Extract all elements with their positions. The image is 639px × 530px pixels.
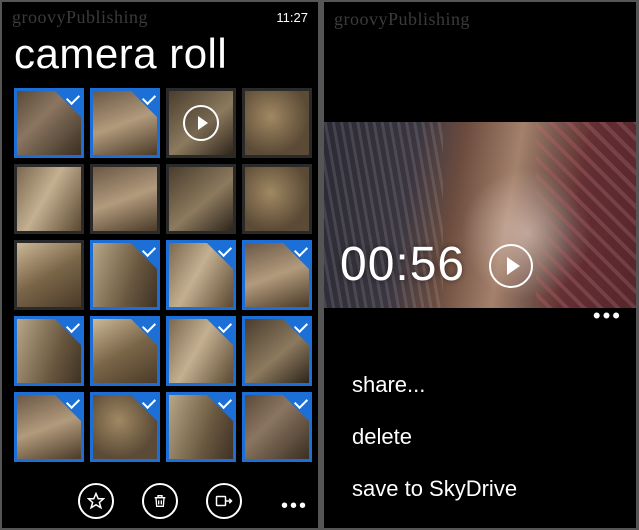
- photo-thumb[interactable]: [166, 316, 236, 386]
- play-button[interactable]: [489, 244, 533, 288]
- photo-thumb[interactable]: [90, 316, 160, 386]
- photo-thumb[interactable]: [242, 164, 312, 234]
- menu-save-skydrive[interactable]: save to SkyDrive: [352, 476, 517, 502]
- photo-thumb[interactable]: [90, 88, 160, 158]
- menu-share[interactable]: share...: [352, 372, 517, 398]
- play-icon: [183, 105, 219, 141]
- selected-check-icon: [55, 395, 81, 421]
- selected-check-icon: [207, 395, 233, 421]
- photo-thumb[interactable]: [166, 392, 236, 462]
- photo-thumb[interactable]: [90, 392, 160, 462]
- share-button[interactable]: [206, 483, 242, 519]
- selected-check-icon: [55, 319, 81, 345]
- selected-check-icon: [283, 319, 309, 345]
- thumb-image: [93, 167, 157, 231]
- photo-thumb[interactable]: [242, 392, 312, 462]
- photo-thumb[interactable]: [90, 164, 160, 234]
- app-bar: •••: [2, 474, 318, 528]
- page-title: camera roll: [2, 28, 318, 88]
- photo-thumb[interactable]: [166, 164, 236, 234]
- context-menu: share... delete save to SkyDrive: [352, 372, 517, 502]
- status-bar: groovyPublishing: [324, 2, 636, 32]
- more-button[interactable]: •••: [281, 504, 308, 508]
- status-clock: 11:27: [276, 10, 308, 25]
- video-duration: 00:56: [340, 237, 465, 292]
- photo-thumb[interactable]: [242, 88, 312, 158]
- thumb-image: [169, 167, 233, 231]
- selected-check-icon: [131, 395, 157, 421]
- selected-check-icon: [55, 91, 81, 117]
- selected-check-icon: [131, 319, 157, 345]
- selected-check-icon: [207, 243, 233, 269]
- photo-thumb[interactable]: [242, 240, 312, 310]
- photo-thumb[interactable]: [14, 88, 84, 158]
- photo-thumb[interactable]: [14, 392, 84, 462]
- camera-roll-screen: groovyPublishing 11:27 camera roll •••: [2, 2, 318, 528]
- video-preview[interactable]: 00:56: [324, 122, 636, 308]
- selected-check-icon: [131, 243, 157, 269]
- selected-check-icon: [131, 91, 157, 117]
- photo-grid: [2, 88, 318, 462]
- selected-check-icon: [207, 319, 233, 345]
- status-bar: groovyPublishing 11:27: [2, 2, 318, 28]
- photo-thumb[interactable]: [14, 164, 84, 234]
- thumb-image: [17, 167, 81, 231]
- photo-thumb[interactable]: [242, 316, 312, 386]
- photo-thumb[interactable]: [14, 240, 84, 310]
- selected-check-icon: [283, 243, 309, 269]
- photo-thumb[interactable]: [166, 88, 236, 158]
- photo-thumb[interactable]: [90, 240, 160, 310]
- video-indicator: [169, 91, 233, 155]
- video-detail-screen: groovyPublishing 00:56 ••• share... dele…: [324, 2, 636, 528]
- thumb-image: [245, 91, 309, 155]
- thumb-image: [245, 167, 309, 231]
- video-more-button[interactable]: •••: [593, 314, 622, 318]
- photo-thumb[interactable]: [166, 240, 236, 310]
- thumb-image: [17, 243, 81, 307]
- delete-button[interactable]: [142, 483, 178, 519]
- watermark-text: groovyPublishing: [334, 9, 470, 30]
- photo-thumb[interactable]: [14, 316, 84, 386]
- favorite-button[interactable]: [78, 483, 114, 519]
- watermark-text: groovyPublishing: [12, 7, 148, 28]
- menu-delete[interactable]: delete: [352, 424, 517, 450]
- selected-check-icon: [283, 395, 309, 421]
